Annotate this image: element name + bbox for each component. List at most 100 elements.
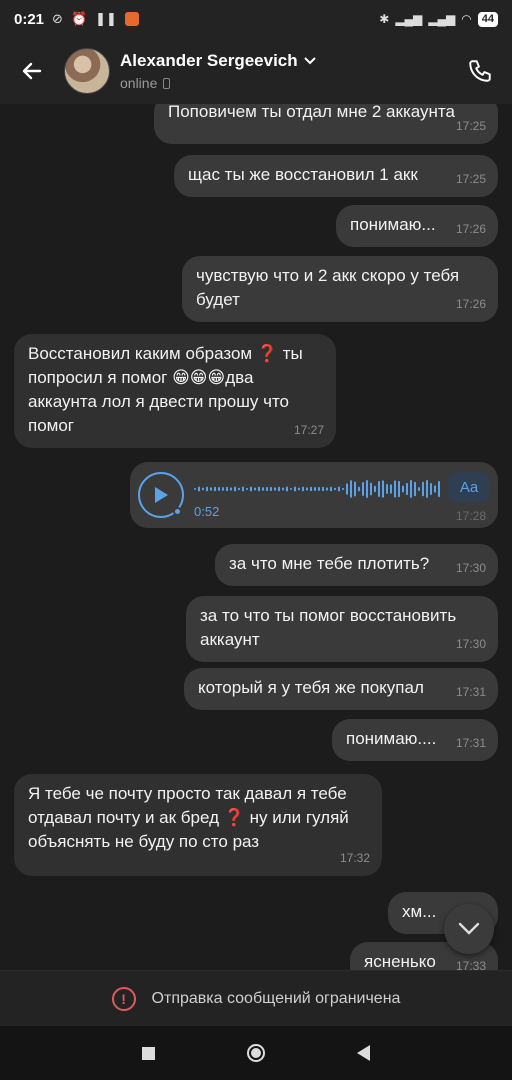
- voice-message[interactable]: 0:52 Aa 17:28: [130, 462, 498, 528]
- voice-duration: 0:52: [194, 504, 220, 519]
- waveform-bar: [218, 486, 220, 492]
- download-indicator: [173, 507, 182, 516]
- message-time: 17:25: [455, 119, 486, 133]
- waveform-bar: [354, 481, 356, 497]
- message-bubble[interactable]: Поповичем ты отдал мне 2 аккаунта 17:25: [154, 104, 498, 144]
- message-bubble[interactable]: щас ты же восстановил 1 акк 17:25: [174, 155, 498, 197]
- chevron-down-icon: [303, 57, 316, 65]
- avatar[interactable]: [64, 48, 110, 94]
- message-time: 17:26: [455, 222, 486, 236]
- wifi-icon: ◠: [461, 12, 472, 26]
- play-icon: [155, 487, 168, 503]
- waveform-bar: [202, 487, 204, 491]
- alarm-icon: ⏰: [70, 11, 88, 26]
- message-text: чувствую что и 2 акк скоро у тебя будет: [196, 266, 460, 309]
- waveform-bar: [362, 482, 364, 496]
- waveform-bar: [198, 486, 200, 492]
- arrow-left-icon: [22, 62, 42, 80]
- waveform-bar: [290, 487, 292, 491]
- message-bubble[interactable]: Я тебе че почту просто так давал я тебе …: [14, 774, 382, 876]
- transcribe-button[interactable]: Aa: [448, 472, 490, 502]
- call-button[interactable]: [448, 38, 512, 104]
- waveform-bar: [386, 483, 388, 495]
- recents-button[interactable]: [142, 1046, 155, 1060]
- waveform-bar: [418, 486, 420, 492]
- waveform-bar: [266, 486, 268, 492]
- message-time: 17:25: [455, 172, 486, 186]
- waveform-bar: [426, 480, 428, 498]
- home-button[interactable]: [247, 1044, 265, 1062]
- waveform-bar: [378, 481, 380, 497]
- waveform-bar: [338, 486, 340, 492]
- message-text: понимаю...: [350, 215, 436, 234]
- waveform-bar: [298, 487, 300, 491]
- message-text: понимаю....: [346, 729, 437, 748]
- message-bubble[interactable]: за то что ты помог восстановить аккаунт …: [186, 596, 498, 662]
- contact-info[interactable]: Alexander Sergeevich online: [120, 51, 316, 91]
- message-time: 17:28: [455, 509, 486, 523]
- back-button[interactable]: [0, 38, 64, 104]
- waveform-bar: [274, 487, 276, 491]
- warning-icon: !: [111, 986, 136, 1011]
- contact-name: Alexander Sergeevich: [120, 51, 298, 70]
- message-bubble[interactable]: чувствую что и 2 акк скоро у тебя будет …: [182, 256, 498, 322]
- waveform-bar: [402, 485, 404, 493]
- waveform-bar: [318, 487, 320, 491]
- message-bubble[interactable]: понимаю.... 17:31: [332, 719, 498, 761]
- message-time: 17:33: [455, 959, 486, 970]
- message-text: Поповичем ты отдал мне 2 аккаунта: [168, 104, 455, 121]
- message-time: 17:32: [339, 851, 370, 865]
- waveform-bar: [230, 487, 232, 491]
- waveform-bar: [326, 487, 328, 491]
- restriction-banner: ! Отправка сообщений ограничена: [0, 970, 512, 1026]
- waveform-bar: [234, 486, 236, 492]
- waveform-bar: [330, 486, 332, 492]
- waveform-bar: [246, 487, 248, 491]
- waveform-bar: [358, 486, 360, 492]
- waveform-bar: [390, 484, 392, 494]
- message-bubble[interactable]: Восстановил каким образом ❓ ты попросил …: [14, 334, 336, 448]
- restriction-text: Отправка сообщений ограничена: [151, 989, 401, 1007]
- scroll-down-button[interactable]: [444, 904, 494, 954]
- message-text: Восстановил каким образом ❓ ты попросил …: [28, 344, 303, 435]
- waveform-bar: [254, 487, 256, 491]
- waveform-bar: [238, 487, 240, 491]
- waveform-bar: [382, 480, 384, 498]
- home-dot: [251, 1048, 261, 1058]
- message-time: 17:27: [293, 423, 324, 437]
- waveform-bar: [306, 487, 308, 491]
- message-list[interactable]: Поповичем ты отдал мне 2 аккаунта 17:25 …: [0, 104, 512, 970]
- waveform-bar: [410, 480, 412, 498]
- waveform-bar: [294, 486, 296, 492]
- phone-icon: [469, 60, 491, 82]
- voice-waveform[interactable]: [194, 476, 440, 502]
- contact-status: online: [120, 75, 158, 91]
- waveform-bar: [350, 480, 352, 498]
- waveform-bar: [374, 485, 376, 493]
- back-nav-button[interactable]: [357, 1045, 370, 1061]
- waveform-bar: [242, 486, 244, 492]
- waveform-bar: [366, 480, 368, 498]
- message-bubble[interactable]: который я у тебя же покупал 17:31: [184, 668, 498, 710]
- waveform-bar: [346, 483, 348, 495]
- waveform-bar: [278, 486, 280, 492]
- chat-header: Alexander Sergeevich online: [0, 38, 512, 104]
- waveform-bar: [286, 486, 288, 492]
- waveform-bar: [310, 486, 312, 492]
- waveform-bar: [250, 486, 252, 492]
- battery-icon: 44: [477, 11, 498, 27]
- message-time: 17:30: [455, 637, 486, 651]
- signal-icon-2: ▂▄▆: [428, 12, 456, 26]
- message-text: Я тебе че почту просто так давал я тебе …: [28, 784, 349, 851]
- waveform-bar: [258, 486, 260, 492]
- waveform-bar: [222, 487, 224, 491]
- mobile-device-icon: [163, 77, 171, 89]
- app-notification-icon: [124, 12, 139, 26]
- message-bubble[interactable]: за что мне тебе плотить? 17:30: [215, 544, 498, 586]
- message-bubble[interactable]: понимаю... 17:26: [336, 205, 498, 247]
- waveform-bar: [282, 487, 284, 491]
- message-text: хм...: [402, 902, 437, 921]
- waveform-bar: [434, 485, 436, 493]
- waveform-bar: [394, 480, 396, 498]
- waveform-bar: [370, 482, 372, 496]
